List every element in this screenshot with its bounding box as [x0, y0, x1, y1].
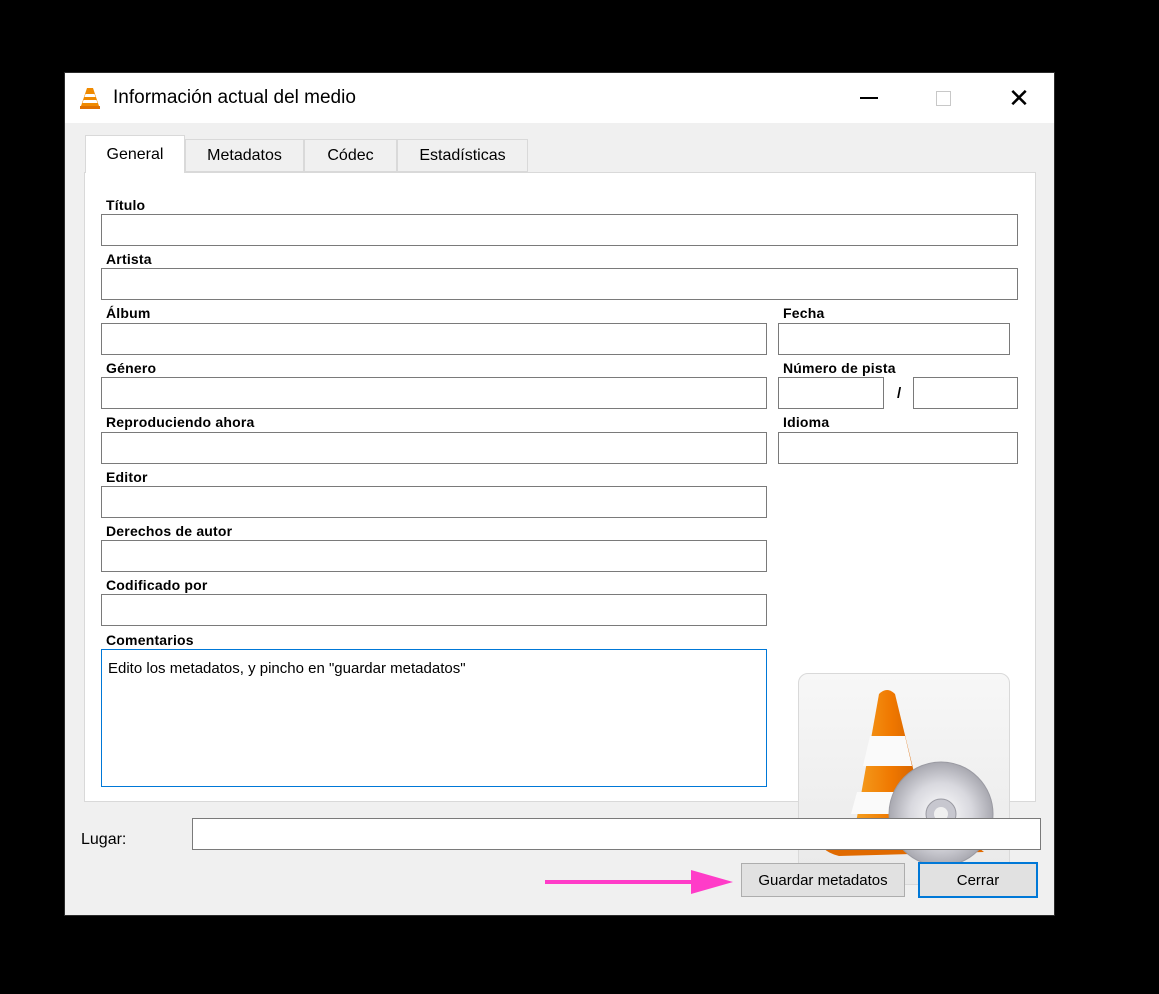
lugar-field[interactable] [192, 818, 1041, 850]
titulo-field[interactable] [101, 214, 1018, 246]
tab-general[interactable]: General [85, 135, 185, 173]
vlc-cone-disc-icon [817, 690, 994, 867]
fecha-field[interactable] [778, 323, 1010, 355]
minimize-icon [860, 97, 878, 99]
fecha-label: Fecha [783, 305, 825, 321]
close-window-button[interactable]: ✕ [991, 73, 1047, 123]
window-title: Información actual del medio [113, 87, 356, 108]
album-art [798, 673, 1010, 885]
numero-pista-label: Número de pista [783, 360, 896, 376]
maximize-button[interactable] [915, 73, 971, 123]
track-total-field[interactable] [913, 377, 1018, 409]
save-metadata-button[interactable]: Guardar metadatos [741, 863, 905, 897]
artista-field[interactable] [101, 268, 1018, 300]
codificado-label: Codificado por [106, 577, 208, 593]
close-icon: ✕ [1008, 83, 1030, 113]
derechos-label: Derechos de autor [106, 523, 233, 539]
idioma-label: Idioma [783, 414, 830, 430]
comments-textarea[interactable]: Edito los metadatos, y pincho en "guarda… [101, 649, 767, 787]
track-separator: / [897, 385, 902, 402]
titulo-label: Título [106, 197, 146, 213]
track-number-field[interactable] [778, 377, 884, 409]
tab-metadatos[interactable]: Metadatos [185, 139, 304, 172]
vlc-cone-icon [80, 88, 100, 109]
album-label: Álbum [106, 305, 151, 321]
minimize-button[interactable] [841, 73, 897, 123]
idioma-field[interactable] [778, 432, 1018, 464]
maximize-icon [935, 90, 951, 106]
close-button[interactable]: Cerrar [918, 862, 1038, 898]
editor-field[interactable] [101, 486, 767, 518]
derechos-field[interactable] [101, 540, 767, 572]
genero-label: Género [106, 360, 157, 376]
media-info-window: Información actual del medio ✕ General M… [64, 72, 1055, 916]
reproduciendo-label: Reproduciendo ahora [106, 414, 255, 430]
reproduciendo-field[interactable] [101, 432, 767, 464]
tab-estadisticas[interactable]: Estadísticas [397, 139, 528, 172]
tab-codec[interactable]: Códec [304, 139, 397, 172]
lugar-label: Lugar: [81, 831, 127, 848]
editor-label: Editor [106, 469, 148, 485]
codificado-field[interactable] [101, 594, 767, 626]
title-bar: Información actual del medio ✕ [65, 73, 1054, 123]
album-field[interactable] [101, 323, 767, 355]
annotation-arrow [545, 870, 733, 894]
general-panel: Título Artista Álbum Fecha Género Número… [84, 172, 1036, 885]
genero-field[interactable] [101, 377, 767, 409]
artista-label: Artista [106, 251, 152, 267]
comentarios-label: Comentarios [106, 632, 194, 648]
